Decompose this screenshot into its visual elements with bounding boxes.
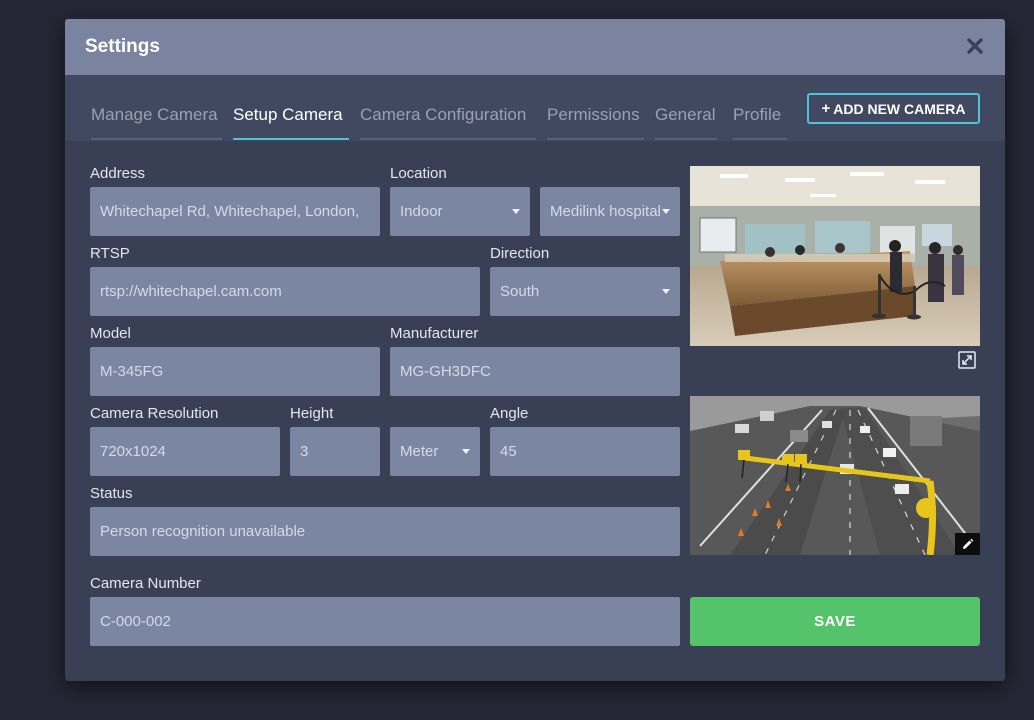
tab-camera-configuration[interactable]: Camera Configuration <box>360 105 536 140</box>
edit-pencil-icon[interactable] <box>955 533 980 555</box>
angle-input[interactable]: 45 <box>490 427 680 476</box>
chevron-down-icon <box>462 449 470 454</box>
height-input[interactable]: 3 <box>290 427 380 476</box>
tab-permissions[interactable]: Permissions <box>547 105 644 140</box>
status-input[interactable]: Person recognition unavailable <box>90 507 680 556</box>
camera-number-label: Camera Number <box>90 575 201 592</box>
rtsp-label: RTSP <box>90 245 130 262</box>
rtsp-input[interactable]: rtsp://whitechapel.cam.com <box>90 267 480 316</box>
tab-setup-camera[interactable]: Setup Camera <box>233 105 349 140</box>
modal-header: Settings <box>65 19 1005 75</box>
save-button[interactable]: SAVE <box>690 597 980 646</box>
location-place-select[interactable]: Medilink hospital <box>540 187 680 236</box>
angle-label: Angle <box>490 405 529 422</box>
camera-number-input[interactable]: C-000-002 <box>90 597 680 646</box>
tab-manage-camera[interactable]: Manage Camera <box>91 105 222 140</box>
highway-camera-image <box>690 396 980 555</box>
close-button[interactable] <box>965 36 985 56</box>
hospital-reception-image <box>690 166 980 346</box>
settings-modal: Settings Manage Camera Setup Camera Came… <box>65 19 1005 681</box>
camera-preview-highway[interactable] <box>690 396 980 555</box>
camera-resolution-input[interactable]: 720x1024 <box>90 427 280 476</box>
chevron-down-icon <box>512 209 520 214</box>
location-label: Location <box>390 165 447 182</box>
camera-resolution-label: Camera Resolution <box>90 405 219 422</box>
address-label: Address <box>90 165 146 182</box>
manufacturer-input[interactable]: MG-GH3DFC <box>390 347 680 396</box>
plus-icon: + <box>821 100 831 117</box>
expand-icon[interactable] <box>958 351 976 369</box>
direction-label: Direction <box>490 245 550 262</box>
tab-bar: Manage Camera Setup Camera Camera Config… <box>65 75 1005 141</box>
tab-profile[interactable]: Profile <box>733 105 787 140</box>
height-unit-value: Meter <box>400 443 439 460</box>
location-type-value: Indoor <box>400 203 443 220</box>
model-input[interactable]: M-345FG <box>90 347 380 396</box>
add-new-camera-label: ADD NEW CAMERA <box>833 100 966 117</box>
status-label: Status <box>90 485 133 502</box>
direction-select[interactable]: South <box>490 267 680 316</box>
location-type-select[interactable]: Indoor <box>390 187 530 236</box>
address-input[interactable]: Whitechapel Rd, Whitechapel, London, <box>90 187 380 236</box>
direction-value: South <box>500 283 540 300</box>
model-label: Model <box>90 325 131 342</box>
location-place-value: Medilink hospital <box>550 203 661 220</box>
chevron-down-icon <box>662 289 670 294</box>
modal-title: Settings <box>85 36 160 57</box>
chevron-down-icon <box>662 209 670 214</box>
manufacturer-label: Manufacturer <box>390 325 479 342</box>
close-icon <box>967 38 983 54</box>
height-label: Height <box>290 405 334 422</box>
tab-general[interactable]: General <box>655 105 717 140</box>
camera-preview-hospital[interactable] <box>690 166 980 346</box>
add-new-camera-button[interactable]: + ADD NEW CAMERA <box>807 93 980 124</box>
height-unit-select[interactable]: Meter <box>390 427 480 476</box>
